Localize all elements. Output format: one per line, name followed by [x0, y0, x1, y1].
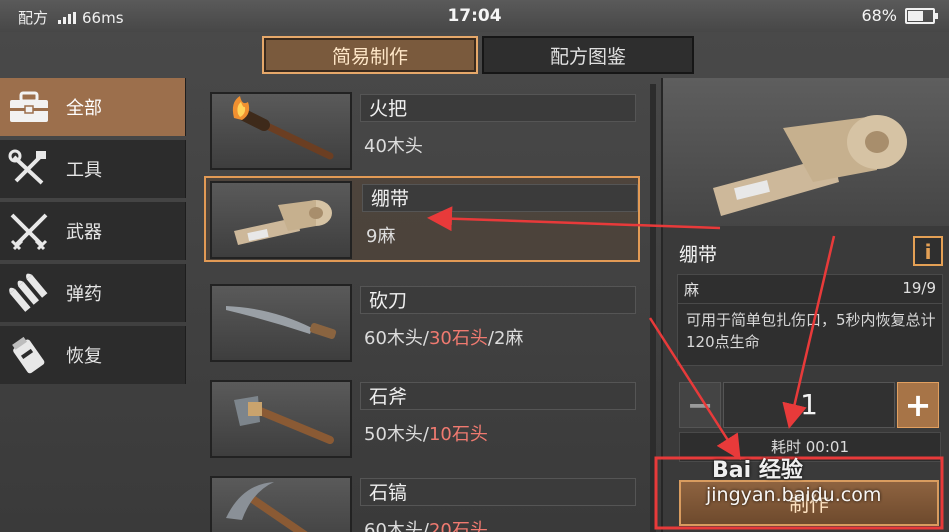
divider	[678, 303, 942, 304]
machete-icon	[210, 284, 352, 362]
item-info-box: 麻 19/9 可用于简单包扎伤口，5秒内恢复总计120点生命	[677, 274, 943, 366]
battery-icon	[905, 7, 938, 24]
info-button[interactable]: i	[913, 236, 943, 266]
watermark-brand: Bai 经验	[712, 458, 803, 483]
recipe-name: 石镐	[360, 478, 636, 506]
recipe-cost: 50木头/10石头	[364, 420, 488, 446]
cost-part: 40木头	[364, 136, 423, 157]
cost-part-insufficient: 30石头	[428, 328, 488, 349]
category-recovery-label: 恢复	[66, 346, 102, 367]
decrease-button[interactable]: −	[679, 382, 721, 428]
material-name: 麻	[684, 281, 700, 299]
item-description: 可用于简单包扎伤口，5秒内恢复总计120点生命	[686, 311, 936, 351]
tools-icon	[0, 140, 58, 198]
recipe-row-pickaxe[interactable]: 石镐 60木头/20石头	[204, 472, 640, 532]
clock: 17:04	[447, 6, 502, 26]
bandage-icon	[210, 181, 352, 259]
ammo-icon	[0, 264, 58, 322]
cost-part: 9麻	[366, 226, 396, 247]
cost-part-insufficient: 20石头	[428, 520, 488, 532]
medkit-icon	[0, 326, 58, 384]
recipe-row-machete[interactable]: 砍刀 60木头/30石头/2麻	[204, 280, 640, 366]
recipe-name: 火把	[360, 94, 636, 122]
recipe-cost: 40木头	[364, 132, 423, 158]
recipe-name: 砍刀	[360, 286, 636, 314]
tab-recipe-book[interactable]: 配方图鉴	[482, 36, 694, 74]
battery-percent: 68%	[861, 6, 897, 25]
category-all-label: 全部	[66, 98, 102, 119]
toolbox-icon	[0, 78, 58, 136]
category-tools[interactable]: 工具	[0, 140, 186, 198]
recipe-name: 石斧	[360, 382, 636, 410]
cost-part-insufficient: 10石头	[428, 424, 488, 445]
category-weapons[interactable]: 武器	[0, 202, 186, 260]
category-recovery[interactable]: 恢复	[0, 326, 186, 384]
quantity-value[interactable]: 1	[723, 382, 895, 428]
craft-tabs: 简易制作 配方图鉴	[262, 36, 694, 74]
cost-part: /2麻	[487, 328, 524, 349]
game-screen: 配方 66ms 17:04 68% 简易制作 配方图鉴 全部 工具 武器 弹药 …	[0, 0, 949, 532]
recipe-cost: 60木头/30石头/2麻	[364, 324, 523, 350]
status-bar: 配方 66ms 17:04 68%	[0, 0, 949, 32]
crossed-swords-icon	[0, 202, 58, 260]
recipe-name: 绷带	[362, 184, 638, 212]
increase-button[interactable]: +	[897, 382, 939, 428]
status-right: 68%	[861, 6, 938, 25]
tab-simple-craft[interactable]: 简易制作	[262, 36, 478, 74]
category-ammo[interactable]: 弹药	[0, 264, 186, 322]
recipe-row-torch[interactable]: 火把 40木头	[204, 88, 640, 174]
stone-axe-icon	[210, 380, 352, 458]
material-count: 19/9	[902, 279, 936, 297]
category-tools-label: 工具	[66, 160, 102, 181]
category-sidebar: 全部 工具 武器 弹药 恢复	[0, 78, 186, 388]
cost-part: 60木头	[364, 520, 423, 532]
cost-part: 60木头	[364, 328, 423, 349]
bandage-icon	[663, 78, 949, 226]
item-title: 绷带	[679, 244, 718, 266]
recipe-cost: 9麻	[366, 222, 395, 248]
torch-icon	[210, 92, 352, 170]
item-detail-panel: 绷带 i 麻 19/9 可用于简单包扎伤口，5秒内恢复总计120点生命 − 1 …	[661, 78, 949, 532]
watermark-url: jingyan.baidu.com	[706, 484, 882, 506]
category-all[interactable]: 全部	[0, 78, 186, 136]
recipe-row-stone-axe[interactable]: 石斧 50木头/10石头	[204, 376, 640, 462]
recipe-row-bandage[interactable]: 绷带 9麻	[204, 176, 640, 262]
category-ammo-label: 弹药	[66, 284, 102, 305]
category-weapons-label: 武器	[66, 222, 102, 243]
quantity-stepper: − 1 +	[679, 382, 947, 428]
pickaxe-icon	[210, 476, 352, 532]
list-scrollbar[interactable]	[650, 84, 656, 532]
recipe-list[interactable]: 火把 40木头 绷带 9麻 砍刀 60木头/30石头/2麻 石斧 50木头/10…	[200, 84, 650, 532]
recipe-cost: 60木头/20石头	[364, 516, 488, 532]
cost-part: 50木头	[364, 424, 423, 445]
